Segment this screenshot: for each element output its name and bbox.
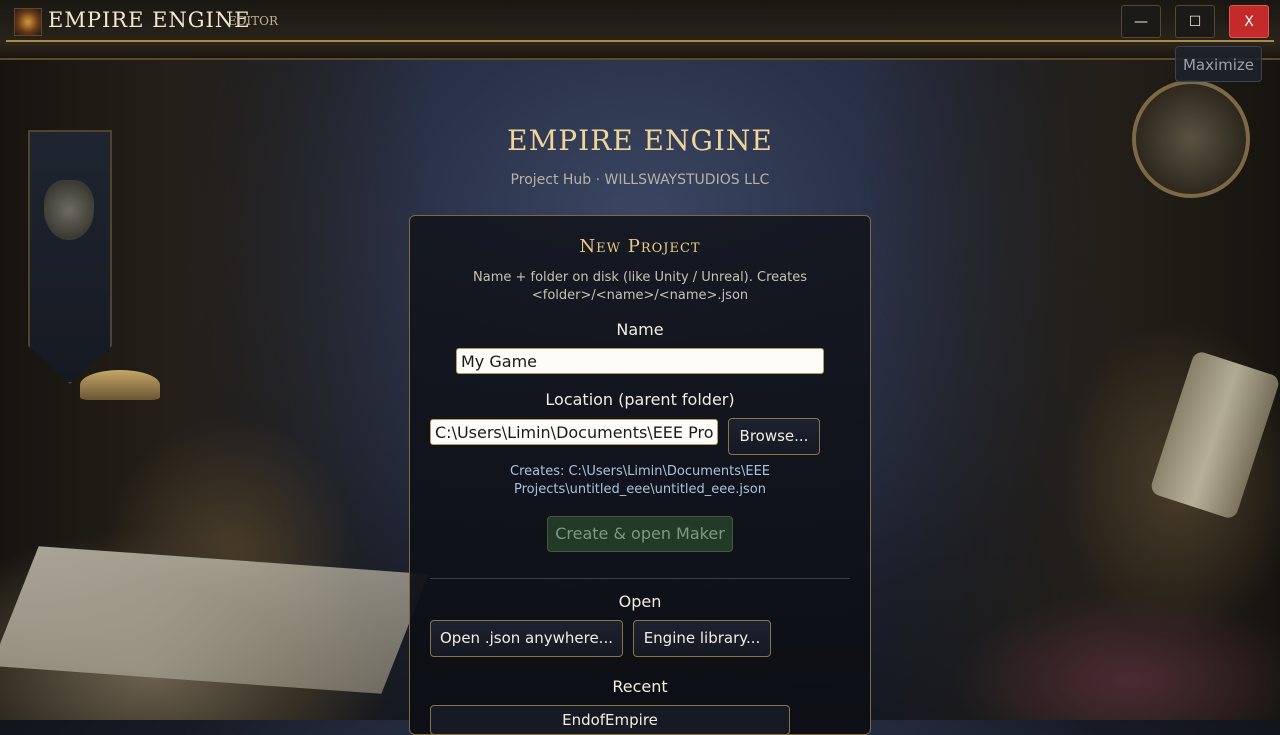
map-parchment	[0, 546, 429, 694]
recent-project-item[interactable]: EndofEmpire	[430, 705, 790, 735]
recent-heading: Recent	[612, 677, 668, 696]
titlebar-divider	[6, 40, 1274, 42]
section-divider	[430, 578, 850, 579]
close-button[interactable]: X	[1229, 5, 1269, 38]
heraldic-banner	[28, 130, 112, 384]
open-heading: Open	[618, 592, 662, 611]
location-label: Location (parent folder)	[545, 390, 735, 409]
location-input[interactable]	[430, 419, 718, 445]
background-scene-right	[860, 60, 1280, 720]
eagle-emblem	[44, 180, 94, 240]
background-scene-left	[0, 60, 430, 720]
open-json-button[interactable]: Open .json anywhere...	[430, 620, 623, 657]
window-titlebar[interactable]: EMPIRE ENGINE EDITOR — ☐ X	[0, 0, 1280, 44]
app-title: EMPIRE ENGINE	[48, 8, 251, 32]
ornate-frame	[0, 44, 1280, 60]
project-name-input[interactable]	[456, 348, 824, 374]
minimize-button[interactable]: —	[1121, 5, 1161, 38]
name-label: Name	[616, 320, 664, 339]
app-logo-icon	[14, 8, 42, 36]
browse-button[interactable]: Browse...	[728, 418, 820, 455]
maximize-button[interactable]: Maximize	[1175, 46, 1262, 82]
new-project-description: Name + folder on disk (like Unity / Unre…	[473, 270, 807, 303]
scroll-rolls	[1149, 349, 1280, 521]
engine-library-button[interactable]: Engine library...	[633, 620, 771, 657]
maximize-window-button[interactable]: ☐	[1175, 5, 1215, 38]
creates-path-text: Creates: C:\Users\Limin\Documents\EEE Pr…	[510, 464, 770, 497]
hub-subtitle: Project Hub · WILLSWAYSTUDIOS LLC	[510, 172, 770, 188]
hub-title: EMPIRE ENGINE	[507, 124, 773, 157]
create-open-maker-button[interactable]: Create & open Maker	[547, 516, 733, 552]
new-project-heading: New Project	[579, 236, 701, 257]
desk-lamp	[80, 370, 160, 400]
app-subtitle: EDITOR	[228, 14, 278, 28]
